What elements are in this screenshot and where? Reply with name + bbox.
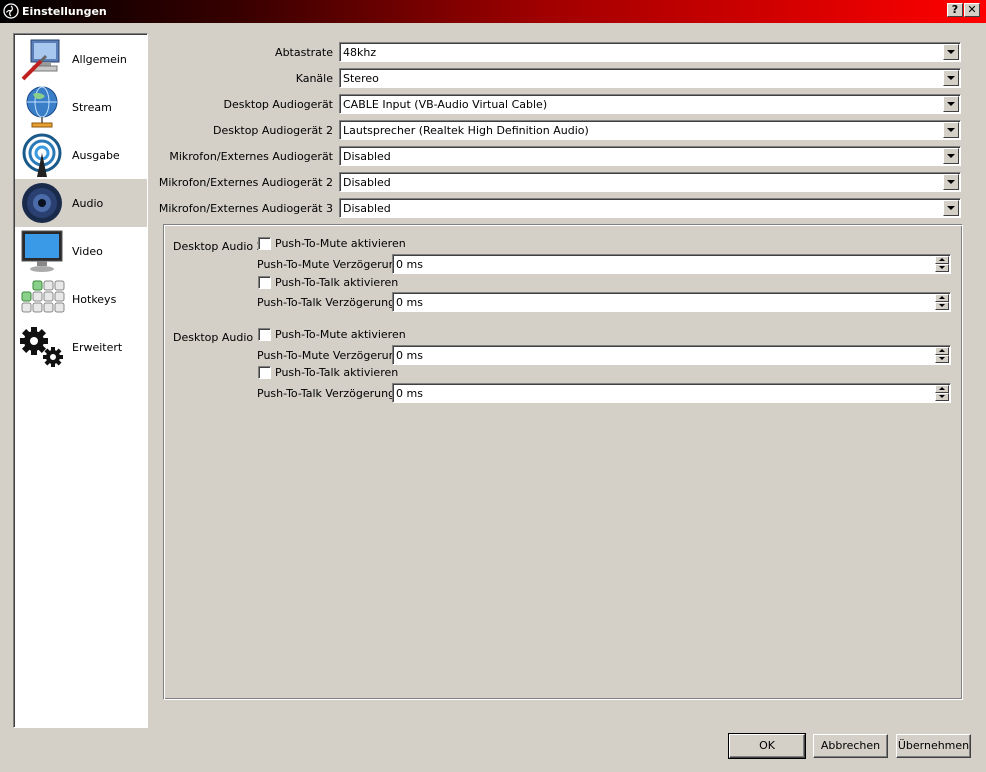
channels-select[interactable]: Stereo — [339, 68, 961, 88]
spin-up-icon[interactable] — [935, 385, 949, 393]
ptm-enable-checkbox[interactable] — [258, 328, 271, 341]
monitor-icon — [21, 230, 63, 272]
mic-device-select[interactable]: Disabled — [339, 146, 961, 166]
ptt-delay-value: 0 ms — [396, 296, 423, 309]
ptm-delay-value: 0 ms — [396, 349, 423, 362]
mic-device-3-label: Mikrofon/Externes Audiogerät 3 — [158, 202, 333, 215]
obs-logo-icon — [3, 3, 19, 19]
ptm-delay-label: Push-To-Mute Verzögerung — [257, 349, 403, 362]
chevron-down-icon[interactable] — [943, 200, 959, 216]
ptm-delay-spinbox[interactable]: 0 ms — [392, 345, 951, 365]
ptt-enable-checkbox[interactable] — [258, 366, 271, 379]
ptm-delay-label: Push-To-Mute Verzögerung — [257, 258, 403, 271]
spin-up-icon[interactable] — [935, 347, 949, 355]
spin-up-icon[interactable] — [935, 294, 949, 302]
mic-device-2-value: Disabled — [343, 176, 391, 189]
sidebar-item-label: Video — [72, 245, 103, 258]
spin-buttons — [935, 256, 949, 272]
spin-buttons — [935, 347, 949, 363]
title-bar[interactable]: Einstellungen ? ✕ — [0, 0, 986, 23]
spin-down-icon[interactable] — [935, 355, 949, 363]
ptt-enable-label: Push-To-Talk aktivieren — [275, 366, 399, 379]
group-title-desktop-audio: Desktop Audio — [173, 331, 254, 344]
spin-buttons — [935, 385, 949, 401]
ptm-delay-spinbox[interactable]: 0 ms — [392, 254, 951, 274]
ptt-delay-value: 0 ms — [396, 387, 423, 400]
ptt-enable-label: Push-To-Talk aktivieren — [275, 276, 399, 289]
apply-button[interactable]: Übernehmen — [896, 734, 971, 758]
sidebar-item-erweitert[interactable]: Erweitert — [15, 323, 147, 371]
ptm-delay-value: 0 ms — [396, 258, 423, 271]
sidebar-item-label: Hotkeys — [72, 293, 117, 306]
ok-button[interactable]: OK — [728, 733, 806, 759]
gears-icon — [20, 327, 63, 367]
chevron-down-icon[interactable] — [943, 148, 959, 164]
spin-buttons — [935, 294, 949, 310]
mic-device-3-select[interactable]: Disabled — [339, 198, 961, 218]
window-title: Einstellungen — [22, 5, 107, 18]
desktop-audio-device-select[interactable]: CABLE Input (VB-Audio Virtual Cable) — [339, 94, 961, 114]
group-title-desktop-audio-2: Desktop Audio 2 — [173, 240, 264, 253]
mic-device-value: Disabled — [343, 150, 391, 163]
spin-down-icon[interactable] — [935, 302, 949, 310]
mic-device-2-label: Mikrofon/Externes Audiogerät 2 — [158, 176, 333, 189]
mic-device-label: Mikrofon/Externes Audiogerät — [169, 150, 333, 163]
close-button[interactable]: ✕ — [964, 3, 980, 17]
ptt-delay-label: Push-To-Talk Verzögerung — [257, 387, 396, 400]
chevron-down-icon[interactable] — [943, 122, 959, 138]
desktop-audio-device-value: CABLE Input (VB-Audio Virtual Cable) — [343, 98, 548, 111]
spin-down-icon[interactable] — [935, 393, 949, 401]
sample-rate-value: 48khz — [343, 46, 377, 59]
desktop-audio-device-2-label: Desktop Audiogerät 2 — [213, 124, 333, 137]
cancel-button[interactable]: Abbrechen — [813, 734, 888, 758]
chevron-down-icon[interactable] — [943, 44, 959, 60]
mic-device-3-value: Disabled — [343, 202, 391, 215]
ptt-delay-spinbox[interactable]: 0 ms — [392, 292, 951, 312]
ptt-enable-checkbox[interactable] — [258, 276, 271, 289]
ptt-delay-spinbox[interactable]: 0 ms — [392, 383, 951, 403]
chevron-down-icon[interactable] — [943, 70, 959, 86]
ptm-enable-checkbox[interactable] — [258, 237, 271, 250]
help-button[interactable]: ? — [947, 3, 963, 17]
spin-down-icon[interactable] — [935, 264, 949, 272]
chevron-down-icon[interactable] — [943, 174, 959, 190]
desktop-audio-device-label: Desktop Audiogerät — [223, 98, 333, 111]
channels-value: Stereo — [343, 72, 379, 85]
ptm-enable-label: Push-To-Mute aktivieren — [275, 328, 406, 341]
sample-rate-label: Abtastrate — [275, 46, 333, 59]
ptm-enable-label: Push-To-Mute aktivieren — [275, 237, 406, 250]
ptt-delay-label: Push-To-Talk Verzögerung — [257, 296, 396, 309]
settings-sidebar: Allgemein Stream Ausgabe Audio Video Hot… — [13, 33, 148, 728]
channels-label: Kanäle — [295, 72, 333, 85]
desktop-audio-device-2-value: Lautsprecher (Realtek High Definition Au… — [343, 124, 589, 137]
keyboard-keys-icon — [21, 280, 65, 313]
sidebar-item-hotkeys[interactable]: Hotkeys — [15, 275, 147, 323]
mic-device-2-select[interactable]: Disabled — [339, 172, 961, 192]
sidebar-item-label: Erweitert — [72, 341, 123, 354]
desktop-audio-device-2-select[interactable]: Lautsprecher (Realtek High Definition Au… — [339, 120, 961, 140]
sample-rate-select[interactable]: 48khz — [339, 42, 961, 62]
spin-up-icon[interactable] — [935, 256, 949, 264]
chevron-down-icon[interactable] — [943, 96, 959, 112]
sidebar-item-video[interactable]: Video — [15, 227, 147, 275]
